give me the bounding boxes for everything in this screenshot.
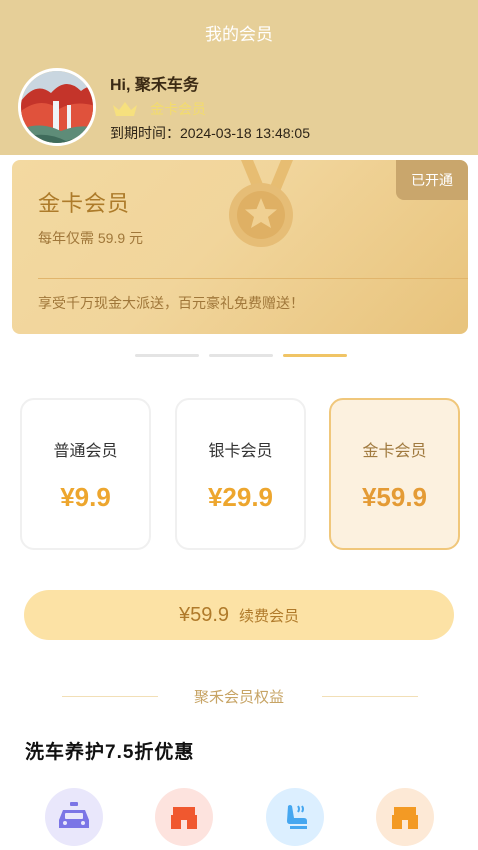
banner-price: 每年仅需 59.9 元 xyxy=(38,230,144,246)
plan-name: 银卡会员 xyxy=(208,443,273,460)
renew-label: 续费会员 xyxy=(239,607,300,625)
car-service-item[interactable] xyxy=(45,788,103,846)
carousel-indicators xyxy=(135,354,347,357)
benefits-section-header: 聚禾会员权益 xyxy=(0,686,478,708)
member-header: 我的会员 Hi, 聚禾车务 金卡会员 到期时间：2024-03-18 13:48… xyxy=(0,0,478,155)
carousel-dot[interactable] xyxy=(209,354,273,357)
renew-button[interactable]: ¥59.9 续费会员 xyxy=(24,590,454,640)
shop-service-item[interactable] xyxy=(155,788,213,846)
crown-icon xyxy=(113,102,137,116)
plan-name: 普通会员 xyxy=(53,443,118,460)
member-card-banner[interactable]: 金卡会员 每年仅需 59.9 元 享受千万现金大派送，百元豪礼免费赠送！ 已开通 xyxy=(12,160,468,334)
shop-icon xyxy=(171,807,197,829)
page-title: 我的会员 xyxy=(205,25,273,44)
benefit-heading: 洗车养护7.5折优惠 xyxy=(25,742,195,763)
avatar-image xyxy=(21,71,93,143)
carousel-dot[interactable] xyxy=(135,354,199,357)
medal-icon xyxy=(229,160,293,247)
expiry-time: 到期时间：2024-03-18 13:48:05 xyxy=(110,125,310,141)
benefit-icons xyxy=(0,788,478,850)
plan-price: ¥59.9 xyxy=(361,482,428,512)
banner-title: 金卡会员 xyxy=(38,191,131,216)
carousel-dot-active[interactable] xyxy=(283,354,347,357)
plan-card-gold-selected[interactable]: 金卡会员 ¥59.9 xyxy=(329,398,460,550)
plan-price: ¥9.9 xyxy=(60,482,111,512)
banner-description: 享受千万现金大派送，百元豪礼免费赠送！ xyxy=(38,295,304,311)
renew-price: ¥59.9 xyxy=(178,603,230,626)
divider xyxy=(38,278,468,279)
plan-card-regular[interactable]: 普通会员 ¥9.9 xyxy=(20,398,151,550)
seat-icon xyxy=(287,805,307,829)
activated-badge: 已开通 xyxy=(396,160,468,200)
plan-card-silver[interactable]: 银卡会员 ¥29.9 xyxy=(175,398,306,550)
user-greeting: Hi, 聚禾车务 xyxy=(110,77,199,94)
seat-service-item[interactable] xyxy=(266,788,324,846)
plan-name: 金卡会员 xyxy=(362,443,427,460)
member-level-label: 金卡会员 xyxy=(150,101,206,117)
store-service-item[interactable] xyxy=(376,788,434,846)
member-level: 金卡会员 xyxy=(112,98,206,120)
store-icon xyxy=(392,807,418,829)
divider xyxy=(322,696,418,697)
plan-price: ¥29.9 xyxy=(207,482,274,512)
car-icon xyxy=(59,802,89,828)
plan-options: 普通会员 ¥9.9 银卡会员 ¥29.9 金卡会员 ¥59.9 xyxy=(20,398,461,550)
avatar[interactable] xyxy=(18,68,96,146)
